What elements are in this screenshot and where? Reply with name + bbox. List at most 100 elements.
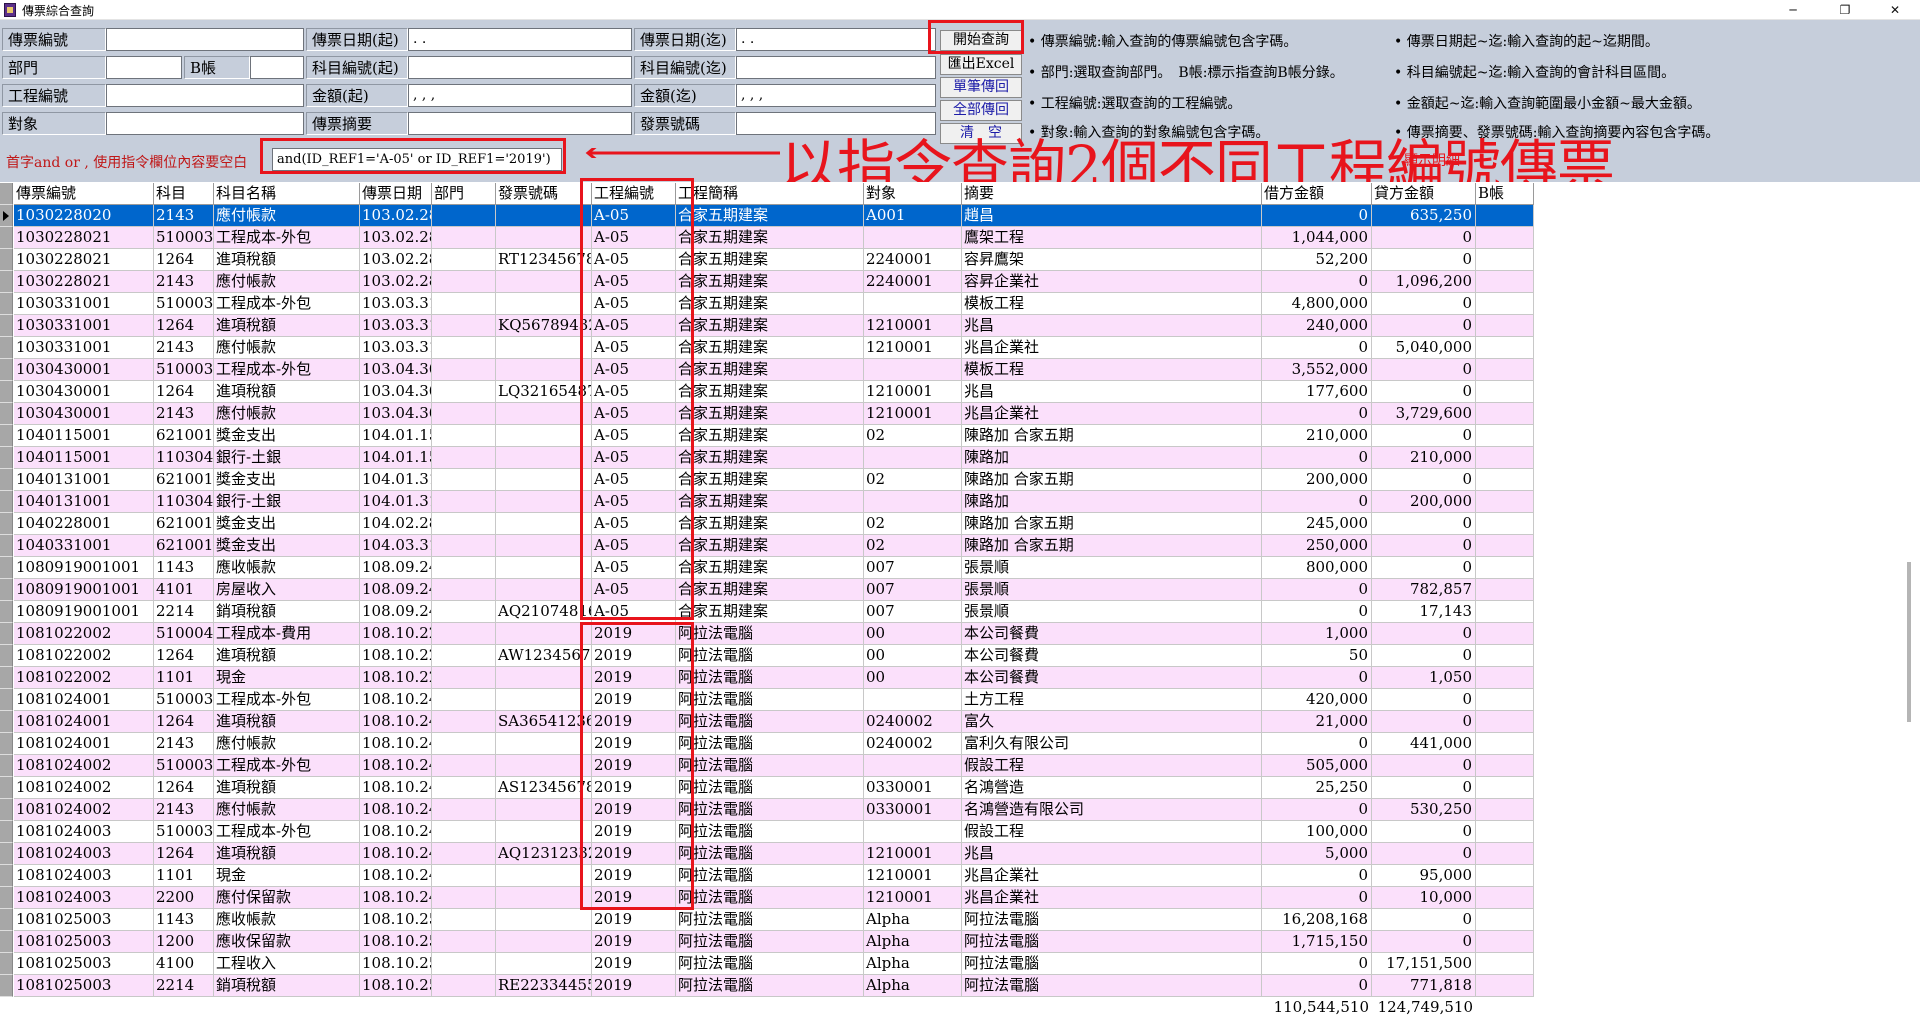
table-row[interactable]: 1040131001 621001 獎金支出 104.01.31 A-05 合家五期建案 0…	[0, 469, 1534, 491]
column-header-target[interactable]: 對象	[864, 183, 962, 205]
row-selector[interactable]	[0, 909, 13, 931]
current-row-indicator[interactable]	[0, 205, 13, 227]
table-row[interactable]: 1030331001 2143 應付帳款 103.03.31 A-05 合家五期建案 121…	[0, 337, 1534, 359]
table-row[interactable]: 1081025003 4100 工程收入 108.10.25 2019 阿拉法電腦 Alph…	[0, 953, 1534, 975]
row-selector[interactable]	[0, 359, 13, 381]
row-selector[interactable]	[0, 799, 13, 821]
table-row[interactable]: 1081024003 1264 進項稅額 108.10.24 AQ12312332 201…	[0, 843, 1534, 865]
table-row[interactable]: 1080919001001 1143 應收帳款 108.09.24 A-05 合家五期建案…	[0, 557, 1534, 579]
row-selector[interactable]	[0, 975, 13, 997]
column-header-b-book[interactable]: B帳	[1476, 183, 1534, 205]
row-selector[interactable]	[0, 425, 13, 447]
table-row[interactable]: 1081024001 2143 應付帳款 108.10.24 2019 阿拉法電腦 0240…	[0, 733, 1534, 755]
row-selector[interactable]	[0, 491, 13, 513]
column-header-voucher-no[interactable]: 傳票編號	[14, 183, 154, 205]
b-book-field[interactable]	[250, 56, 304, 79]
row-selector[interactable]	[0, 315, 13, 337]
acct-from-field[interactable]	[408, 56, 632, 79]
table-row[interactable]: 1030430001 2143 應付帳款 103.04.30 A-05 合家五期建案 121…	[0, 403, 1534, 425]
table-row[interactable]: 1030331001 510003 工程成本-外包 103.03.31 A-05 合家五期…	[0, 293, 1534, 315]
table-row[interactable]: 1080919001001 4101 房屋收入 108.09.24 A-05 合家五期建案…	[0, 579, 1534, 601]
row-selector[interactable]	[0, 777, 13, 799]
row-selector[interactable]	[0, 227, 13, 249]
row-selector[interactable]	[0, 381, 13, 403]
table-row[interactable]: 1081024003 1101 現金 108.10.24 2019 阿拉法電腦 121000…	[0, 865, 1534, 887]
summary-field[interactable]	[408, 112, 632, 135]
column-header-credit[interactable]: 貸方金額	[1372, 183, 1476, 205]
row-selector[interactable]	[0, 711, 13, 733]
table-row[interactable]: 1040228001 621001 獎金支出 104.02.28 A-05 合家五期建案 0…	[0, 513, 1534, 535]
row-selector[interactable]	[0, 645, 13, 667]
table-row[interactable]: 1030331001 1264 進項稅額 103.03.31 KQ56789432 A-0…	[0, 315, 1534, 337]
single-return-button[interactable]: 單筆傳回	[940, 77, 1022, 98]
project-no-field[interactable]	[106, 84, 304, 107]
row-selector[interactable]	[0, 667, 13, 689]
row-selector[interactable]	[0, 513, 13, 535]
row-selector[interactable]	[0, 557, 13, 579]
table-row[interactable]: 1080919001001 2214 銷項稅額 108.09.24 AQ21074816…	[0, 601, 1534, 623]
row-selector[interactable]	[0, 623, 13, 645]
row-selector[interactable]	[0, 337, 13, 359]
row-selector[interactable]	[0, 579, 13, 601]
all-return-button[interactable]: 全部傳回	[940, 100, 1022, 121]
column-header-date[interactable]: 傳票日期	[360, 183, 432, 205]
table-row[interactable]: 1081022002 1101 現金 108.10.22 2019 阿拉法電腦 00 本公司餐…	[0, 667, 1534, 689]
row-selector[interactable]	[0, 843, 13, 865]
table-row[interactable]: 1030430001 510003 工程成本-外包 103.04.30 A-05 合家五期…	[0, 359, 1534, 381]
amount-to-field[interactable]: , , ,	[736, 84, 936, 107]
row-selector[interactable]	[0, 535, 13, 557]
row-selector[interactable]	[0, 689, 13, 711]
row-selector[interactable]	[0, 249, 13, 271]
table-row[interactable]: 1030430001 1264 進項稅額 103.04.30 LQ32165487 A-0…	[0, 381, 1534, 403]
table-row[interactable]: 1081024002 2143 應付帳款 108.10.24 2019 阿拉法電腦 0330…	[0, 799, 1534, 821]
row-selector[interactable]	[0, 931, 13, 953]
dept-field[interactable]	[106, 56, 182, 79]
column-header-acct[interactable]: 科目	[154, 183, 214, 205]
table-row[interactable]: 1081024003 510003 工程成本-外包 108.10.24 2019 阿拉法電…	[0, 821, 1534, 843]
table-row[interactable]: 1081024003 2200 應付保留款 108.10.24 2019 阿拉法電腦 121…	[0, 887, 1534, 909]
row-selector[interactable]	[0, 887, 13, 909]
voucher-no-field[interactable]	[106, 28, 304, 51]
row-selector[interactable]	[0, 271, 13, 293]
table-row[interactable]: 1030228021 2143 應付帳款 103.02.28 A-05 合家五期建案 224…	[0, 271, 1534, 293]
row-selector[interactable]	[0, 403, 13, 425]
acct-to-field[interactable]	[736, 56, 936, 79]
table-row[interactable]: 1081022002 1264 進項稅額 108.10.22 AW12345678 201…	[0, 645, 1534, 667]
close-button[interactable]: ✕	[1872, 0, 1918, 20]
row-selector[interactable]	[0, 755, 13, 777]
row-selector[interactable]	[0, 821, 13, 843]
table-row[interactable]: 1030228020 2143 應付帳款 103.02.28 A-05 合家五期建案 A00…	[0, 205, 1534, 227]
row-selector[interactable]	[0, 733, 13, 755]
row-selector[interactable]	[0, 469, 13, 491]
table-row[interactable]: 1040331001 621001 獎金支出 104.03.31 A-05 合家五期建案 0…	[0, 535, 1534, 557]
column-header-summary[interactable]: 摘要	[962, 183, 1262, 205]
restore-button[interactable]: ❐	[1822, 0, 1868, 20]
row-selector[interactable]	[0, 953, 13, 975]
table-row[interactable]: 1081024002 510003 工程成本-外包 108.10.24 2019 阿拉法電…	[0, 755, 1534, 777]
table-row[interactable]: 1081022002 510004 工程成本-費用 108.10.22 2019 阿拉法電…	[0, 623, 1534, 645]
table-row[interactable]: 1081024001 1264 進項稅額 108.10.24 SA36541236 201…	[0, 711, 1534, 733]
table-row[interactable]: 1040131001 110304 銀行-土銀 104.01.31 A-05 合家五期建案…	[0, 491, 1534, 513]
column-header-debit[interactable]: 借方金額	[1262, 183, 1372, 205]
row-selector[interactable]	[0, 865, 13, 887]
column-header-acct-name[interactable]: 科目名稱	[214, 183, 360, 205]
vertical-scrollbar[interactable]	[1907, 562, 1911, 722]
row-selector[interactable]	[0, 601, 13, 623]
date-from-field[interactable]: . .	[408, 28, 632, 51]
export-excel-button[interactable]: 匯出Excel	[940, 54, 1022, 75]
table-row[interactable]: 1030228021 1264 進項稅額 103.02.28 RT12345678 A-0…	[0, 249, 1534, 271]
table-row[interactable]: 1081024002 1264 進項稅額 108.10.24 AS12345678 201…	[0, 777, 1534, 799]
row-selector[interactable]	[0, 293, 13, 315]
table-row[interactable]: 1081025003 1143 應收帳款 108.10.25 2019 阿拉法電腦 Alph…	[0, 909, 1534, 931]
minimize-button[interactable]: ─	[1770, 0, 1816, 20]
target-field[interactable]	[106, 112, 304, 135]
table-row[interactable]: 1040115001 621001 獎金支出 104.01.15 A-05 合家五期建案 0…	[0, 425, 1534, 447]
table-row[interactable]: 1030228021 510003 工程成本-外包 103.02.28 A-05 合家五期…	[0, 227, 1534, 249]
row-selector[interactable]	[0, 447, 13, 469]
table-row[interactable]: 1081025003 2214 銷項稅額 108.10.25 RE22334455 201…	[0, 975, 1534, 997]
table-row[interactable]: 1081024001 510003 工程成本-外包 108.10.24 2019 阿拉法電…	[0, 689, 1534, 711]
table-row[interactable]: 1040115001 110304 銀行-土銀 104.01.15 A-05 合家五期建案…	[0, 447, 1534, 469]
column-header-dept[interactable]: 部門	[432, 183, 496, 205]
date-to-field[interactable]: . .	[736, 28, 936, 51]
amount-from-field[interactable]: , , ,	[408, 84, 632, 107]
